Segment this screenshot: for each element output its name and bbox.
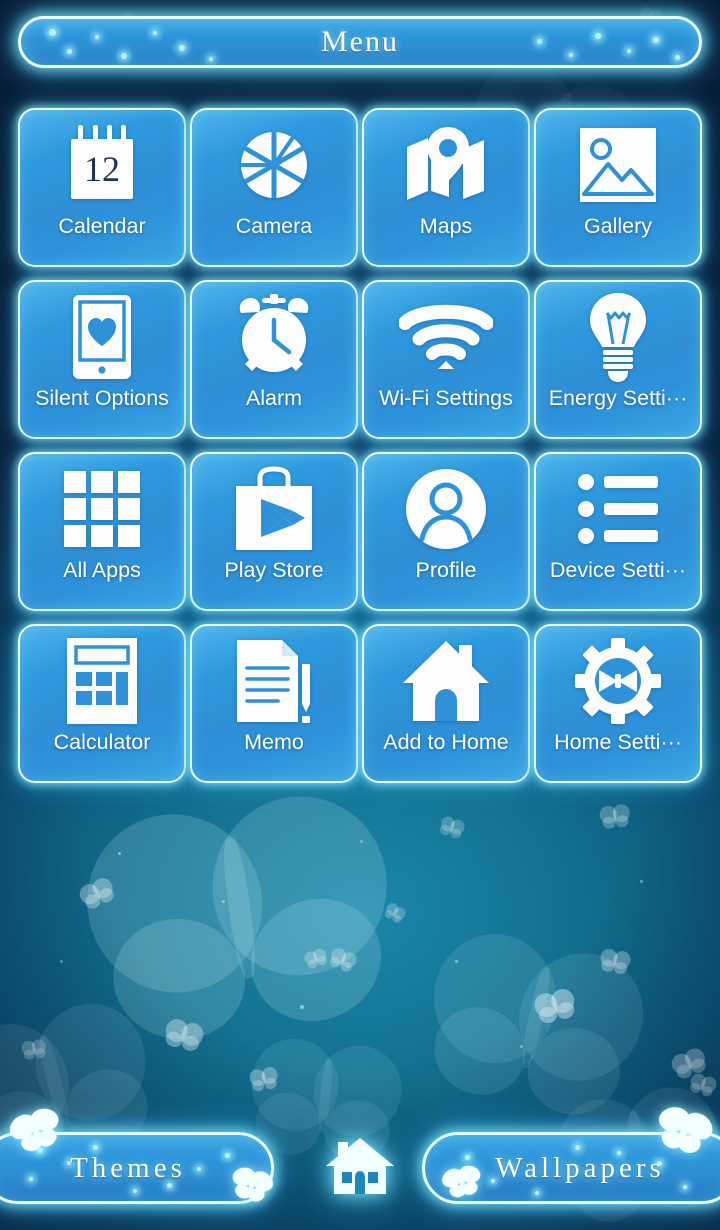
- app-label: Alarm: [245, 388, 303, 410]
- app-tile-device-settings[interactable]: Device Setti···: [534, 452, 702, 611]
- app-cell: Camera: [188, 108, 360, 273]
- alarm-clock-icon: [192, 282, 356, 388]
- app-tile-silent-options[interactable]: Silent Options: [18, 280, 186, 439]
- app-cell: Play Store: [188, 452, 360, 617]
- app-cell: 12 Calendar: [16, 108, 188, 273]
- app-label: Device Setti···: [549, 560, 687, 582]
- app-grid: 12 Calendar Camera Maps Gallery Silent O…: [16, 108, 704, 789]
- app-tile-home-settings[interactable]: Home Setti···: [534, 624, 702, 783]
- calendar-icon: 12: [20, 110, 184, 216]
- app-label: Memo: [244, 732, 304, 754]
- app-cell: Alarm: [188, 280, 360, 445]
- bulleted-list-icon: [536, 454, 700, 560]
- app-tile-play-store[interactable]: Play Store: [190, 452, 358, 611]
- calendar-day-number: 12: [84, 149, 120, 189]
- menu-header-bar: Menu: [18, 16, 702, 68]
- app-tile-memo[interactable]: Memo: [190, 624, 358, 783]
- app-tile-gallery[interactable]: Gallery: [534, 108, 702, 267]
- app-tile-energy-settings[interactable]: Energy Setti···: [534, 280, 702, 439]
- app-label: Wi-Fi Settings: [379, 388, 513, 410]
- app-label: Calculator: [53, 732, 151, 754]
- app-cell: All Apps: [16, 452, 188, 617]
- app-tile-profile[interactable]: Profile: [362, 452, 530, 611]
- app-cell: Home Setti···: [532, 624, 704, 789]
- app-label: Gallery: [583, 216, 653, 238]
- gear-butterfly-icon: [536, 626, 700, 732]
- app-tile-all-apps[interactable]: All Apps: [18, 452, 186, 611]
- app-label: Home Setti···: [554, 732, 682, 754]
- app-label: Maps: [419, 216, 473, 238]
- page-title: Menu: [321, 25, 399, 58]
- calculator-icon: [20, 626, 184, 732]
- app-label: Add to Home: [383, 732, 509, 754]
- app-label: Silent Options: [35, 388, 169, 410]
- note-pencil-icon: [192, 626, 356, 732]
- app-tile-camera[interactable]: Camera: [190, 108, 358, 267]
- wifi-icon: [364, 282, 528, 388]
- grid-apps-icon: [20, 454, 184, 560]
- app-cell: Silent Options: [16, 280, 188, 445]
- app-cell: Maps: [360, 108, 532, 273]
- house-icon: [364, 626, 528, 732]
- app-tile-alarm[interactable]: Alarm: [190, 280, 358, 439]
- photo-picture-icon: [536, 110, 700, 216]
- app-cell: Energy Setti···: [532, 280, 704, 445]
- lightbulb-icon: [536, 282, 700, 388]
- person-circle-icon: [364, 454, 528, 560]
- app-tile-calculator[interactable]: Calculator: [18, 624, 186, 783]
- app-label: Play Store: [224, 560, 324, 582]
- app-label: Profile: [415, 560, 477, 582]
- bottom-dock: Themes Wallpapers: [0, 1106, 720, 1230]
- app-tile-add-to-home[interactable]: Add to Home: [362, 624, 530, 783]
- app-cell: Profile: [360, 452, 532, 617]
- map-pin-icon: [364, 110, 528, 216]
- app-cell: Add to Home: [360, 624, 532, 789]
- app-cell: Device Setti···: [532, 452, 704, 617]
- app-label: All Apps: [63, 560, 141, 582]
- app-tile-wifi-settings[interactable]: Wi-Fi Settings: [362, 280, 530, 439]
- phone-heart-icon: [20, 282, 184, 388]
- home-button[interactable]: [322, 1136, 398, 1203]
- app-tile-calendar[interactable]: 12 Calendar: [18, 108, 186, 267]
- home-icon: [324, 1136, 396, 1203]
- app-label: Energy Setti···: [548, 388, 688, 410]
- app-label: Calendar: [58, 216, 146, 238]
- app-cell: Wi-Fi Settings: [360, 280, 532, 445]
- play-store-bag-icon: [192, 454, 356, 560]
- app-cell: Calculator: [16, 624, 188, 789]
- camera-shutter-icon: [192, 110, 356, 216]
- app-tile-maps[interactable]: Maps: [362, 108, 530, 267]
- app-cell: Gallery: [532, 108, 704, 273]
- app-cell: Memo: [188, 624, 360, 789]
- app-label: Camera: [235, 216, 313, 238]
